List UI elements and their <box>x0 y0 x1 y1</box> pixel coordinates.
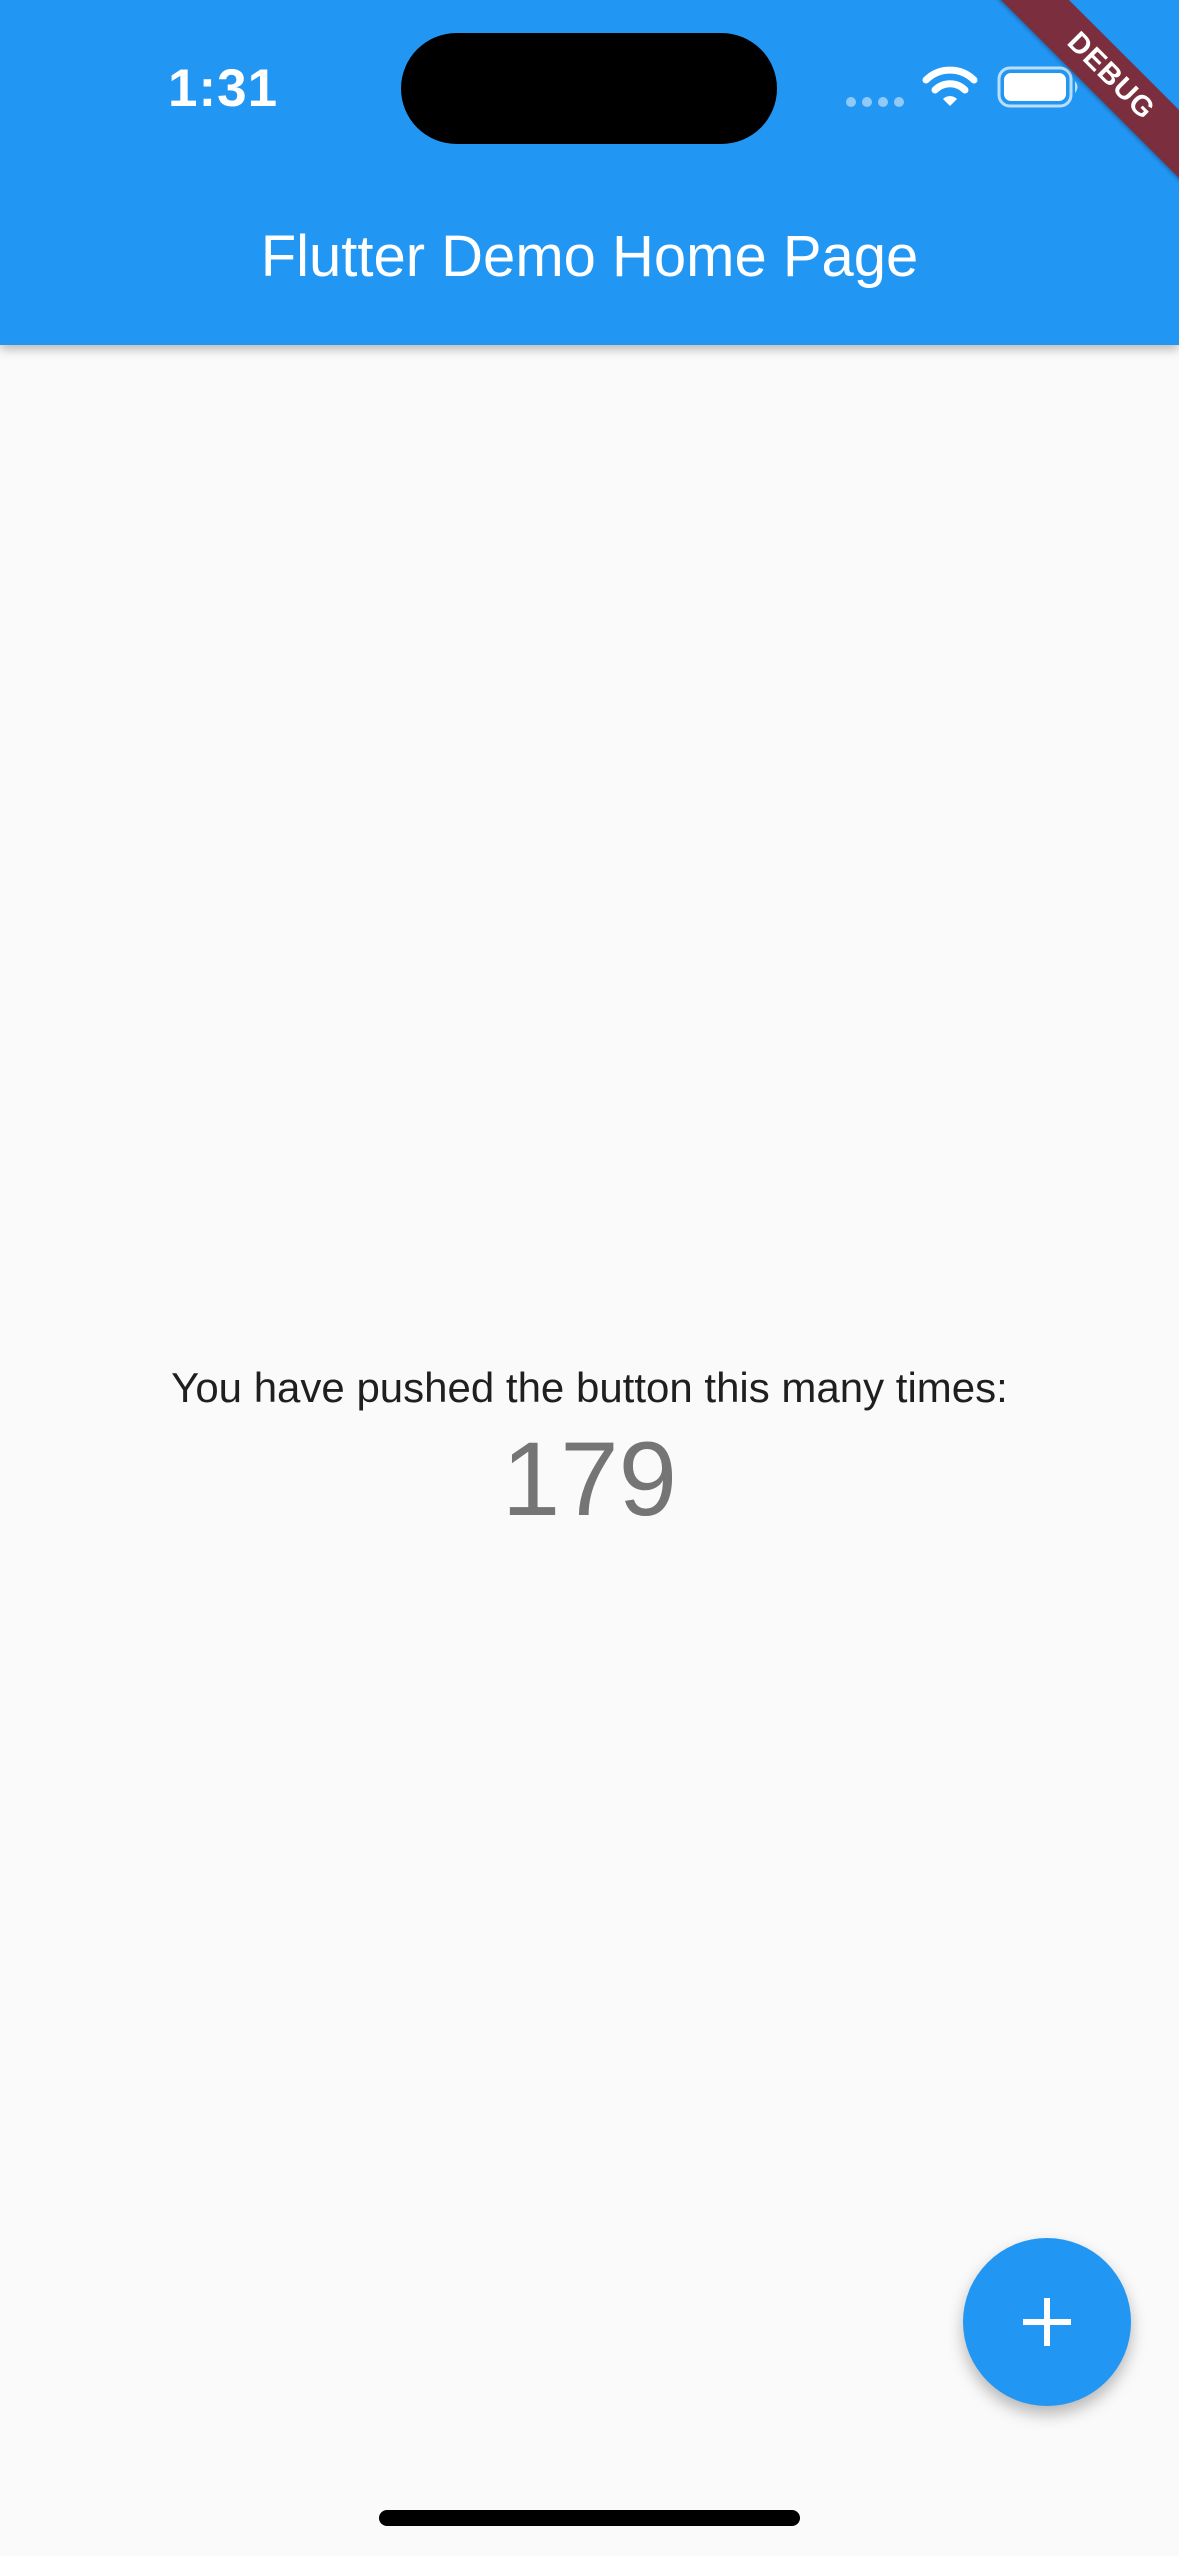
plus-icon <box>1023 2298 1071 2346</box>
counter-caption: You have pushed the button this many tim… <box>171 1364 1008 1411</box>
status-time: 1:31 <box>168 59 279 118</box>
app-bar: 1:31 Flutter Demo Home Page <box>0 0 1179 345</box>
counter-section: You have pushed the button this many tim… <box>0 1360 1179 1538</box>
counter-value: 179 <box>501 1421 678 1538</box>
app-screen: 1:31 Flutter Demo Home Page DEBUG You ha… <box>0 0 1179 2556</box>
wifi-icon <box>922 66 978 106</box>
home-indicator[interactable] <box>379 2510 800 2526</box>
signal-dots-icon <box>846 97 904 107</box>
page-title: Flutter Demo Home Page <box>260 224 919 289</box>
increment-button[interactable] <box>963 2238 1131 2406</box>
dynamic-island <box>401 33 777 144</box>
battery-icon <box>997 66 1078 108</box>
